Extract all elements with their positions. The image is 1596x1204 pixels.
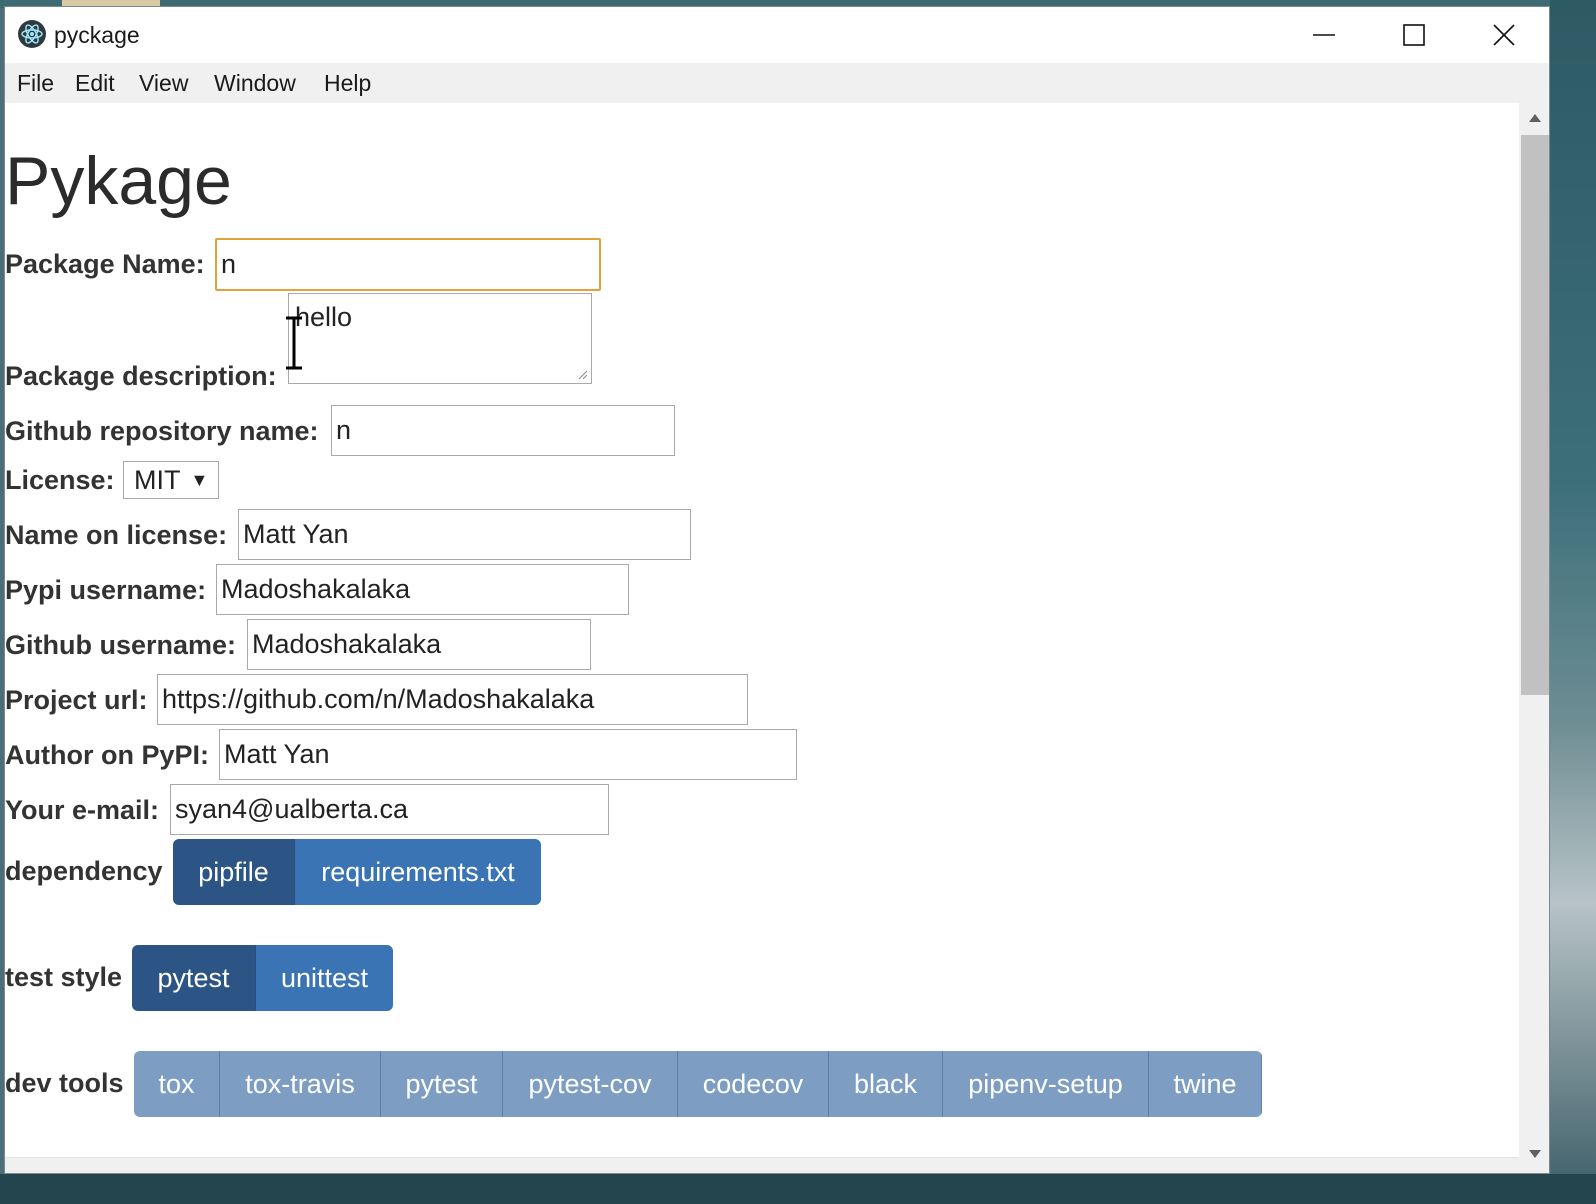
github-username-label: Github username: <box>5 630 237 660</box>
app-window: pyckage File Edit View Window Help Pykag… <box>4 6 1550 1174</box>
dependency-option-pipfile[interactable]: pipfile <box>173 839 295 905</box>
maximize-button[interactable] <box>1369 7 1459 63</box>
pypi-username-label: Pypi username: <box>5 575 207 605</box>
dev-tool-pipenv-setup[interactable]: pipenv-setup <box>943 1051 1149 1117</box>
form-content: Pykage Package Name: hello Package descr… <box>5 103 1519 1173</box>
package-name-input[interactable] <box>215 238 601 291</box>
dev-tool-codecov[interactable]: codecov <box>678 1051 829 1117</box>
menu-help[interactable]: Help <box>324 70 371 97</box>
github-username-input[interactable] <box>247 619 591 670</box>
electron-app-icon <box>18 20 46 48</box>
scroll-down-arrow-icon[interactable] <box>1528 1149 1542 1159</box>
dev-tool-pytest-cov[interactable]: pytest-cov <box>503 1051 678 1117</box>
test-style-toggle-group: pytest unittest <box>132 945 393 1011</box>
dependency-option-requirements[interactable]: requirements.txt <box>295 839 541 905</box>
menu-view[interactable]: View <box>139 70 188 97</box>
close-button[interactable] <box>1459 7 1549 63</box>
menu-window[interactable]: Window <box>214 70 296 97</box>
name-on-license-label: Name on license: <box>5 520 228 550</box>
page-title: Pykage <box>5 143 232 219</box>
project-url-label: Project url: <box>5 685 148 715</box>
author-pypi-input[interactable] <box>219 729 797 780</box>
minimize-icon <box>1313 34 1335 36</box>
test-style-label: test style <box>5 962 123 992</box>
dependency-toggle-group: pipfile requirements.txt <box>173 839 541 905</box>
github-repo-label: Github repository name: <box>5 416 319 446</box>
author-pypi-label: Author on PyPI: <box>5 740 209 770</box>
dev-tools-label: dev tools <box>5 1068 124 1098</box>
test-style-option-pytest[interactable]: pytest <box>132 945 256 1011</box>
horizontal-scrollbar[interactable] <box>5 1157 1519 1173</box>
dev-tool-black[interactable]: black <box>829 1051 943 1117</box>
github-repo-input[interactable] <box>331 405 675 456</box>
package-name-label: Package Name: <box>5 249 205 279</box>
license-label: License: <box>5 465 115 495</box>
maximize-icon <box>1403 24 1425 46</box>
text-cursor-icon <box>286 316 302 370</box>
dev-tool-tox[interactable]: tox <box>134 1051 220 1117</box>
package-description-label: Package description: <box>5 361 277 391</box>
package-description-textarea[interactable]: hello <box>288 293 592 384</box>
resize-grip-icon[interactable] <box>578 370 588 380</box>
menu-edit[interactable]: Edit <box>75 70 115 97</box>
name-on-license-input[interactable] <box>238 509 691 560</box>
close-icon <box>1493 24 1515 46</box>
scroll-up-arrow-icon[interactable] <box>1528 113 1542 123</box>
scrollbar-thumb[interactable] <box>1521 135 1549 695</box>
license-value: MIT <box>134 464 181 495</box>
dev-tool-tox-travis[interactable]: tox-travis <box>220 1051 381 1117</box>
test-style-option-unittest[interactable]: unittest <box>256 945 393 1011</box>
dev-tool-pytest[interactable]: pytest <box>381 1051 503 1117</box>
minimize-button[interactable] <box>1279 7 1369 63</box>
dev-tools-toggle-group: tox tox-travis pytest pytest-cov codecov… <box>134 1051 1262 1117</box>
window-title: pyckage <box>54 22 140 48</box>
pypi-username-input[interactable] <box>216 564 629 615</box>
email-label: Your e-mail: <box>5 795 160 825</box>
dependency-label: dependency <box>5 856 163 886</box>
desktop-bottom <box>0 1174 1596 1204</box>
dropdown-arrow-icon: ▼ <box>190 469 209 490</box>
title-bar[interactable]: pyckage <box>5 7 1549 63</box>
menu-file[interactable]: File <box>17 70 54 97</box>
desktop-wallpaper <box>1550 0 1596 1204</box>
dev-tool-twine[interactable]: twine <box>1149 1051 1262 1117</box>
vertical-scrollbar[interactable] <box>1519 103 1549 1173</box>
license-select[interactable]: MIT ▼ <box>123 461 219 499</box>
email-input[interactable] <box>170 784 609 835</box>
project-url-input[interactable] <box>157 674 748 725</box>
menu-bar: File Edit View Window Help <box>5 63 1549 103</box>
